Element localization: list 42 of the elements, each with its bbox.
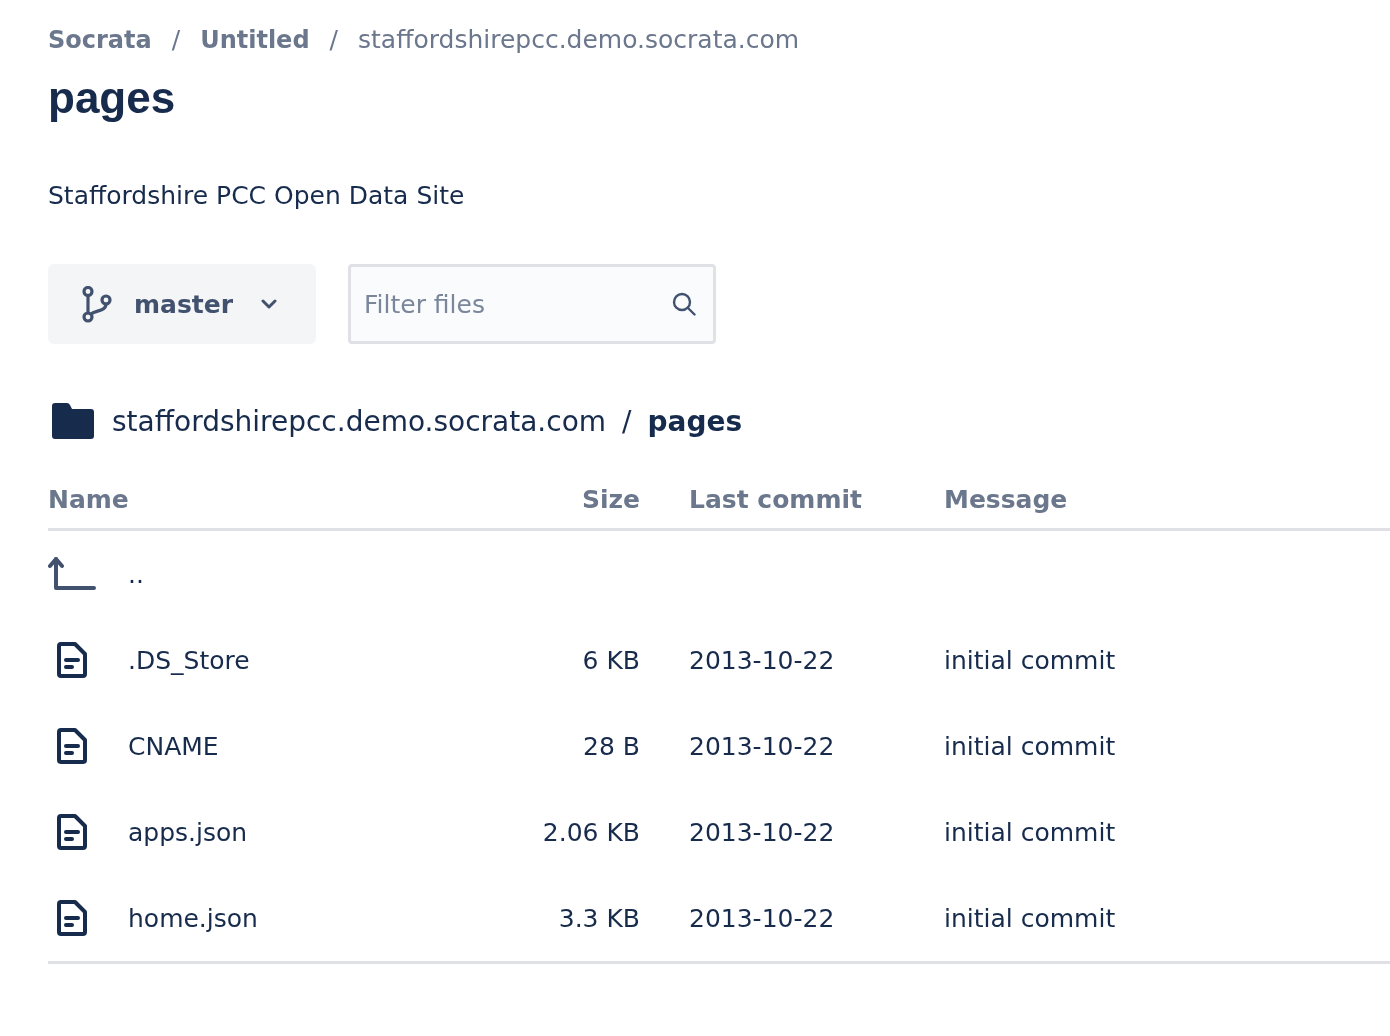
path-separator: / [622, 404, 632, 438]
commit-message: initial commit [944, 817, 1116, 847]
breadcrumb-link[interactable]: Untitled [200, 22, 310, 58]
commit-date: 2013-10-22 [689, 817, 835, 847]
chevron-down-icon [261, 299, 278, 309]
breadcrumb-current: staffordshirepcc.demo.socrata.com [358, 24, 800, 56]
file-name-link[interactable]: home.json [128, 903, 258, 933]
file-icon [57, 814, 87, 850]
folder-link[interactable]: staffordshirepcc.demo.socrata.com [112, 404, 607, 438]
column-header: Message [944, 484, 1068, 514]
file-size: 3.3 KB [558, 903, 640, 933]
file-icon [57, 900, 87, 936]
commit-date: 2013-10-22 [689, 731, 835, 761]
column-header: Name [48, 484, 129, 514]
file-icon [57, 728, 87, 764]
current-folder: pages [647, 404, 743, 438]
breadcrumb-separator: / [171, 24, 181, 56]
git-branch-icon [82, 285, 112, 323]
file-name-link[interactable]: .DS_Store [128, 645, 250, 675]
file-size: 2.06 KB [542, 817, 640, 847]
file-size: 28 B [583, 731, 640, 761]
up-arrow-icon [48, 556, 96, 592]
breadcrumb-separator: / [329, 24, 338, 56]
column-header: Last commit [689, 484, 862, 514]
file-icon [57, 642, 87, 678]
commit-date: 2013-10-22 [689, 903, 835, 933]
branch-selector[interactable]: master [48, 264, 316, 344]
search-icon [672, 292, 696, 316]
file-name-link[interactable]: CNAME [128, 731, 219, 761]
page-title: pages [48, 72, 176, 124]
commit-date: 2013-10-22 [689, 645, 835, 675]
commit-message: initial commit [944, 903, 1116, 933]
file-name-link[interactable]: apps.json [128, 817, 248, 847]
file-size: 6 KB [582, 645, 640, 675]
commit-message: initial commit [944, 645, 1116, 675]
commit-message: initial commit [944, 731, 1116, 761]
breadcrumb-link[interactable]: Socrata [48, 22, 152, 58]
filter-field[interactable]: Filter files [348, 264, 716, 344]
parent-folder-link[interactable]: .. [128, 559, 144, 589]
column-header: Size [581, 484, 640, 514]
folder-icon [52, 403, 94, 439]
page-description: Staffordshire PCC Open Data Site [48, 180, 465, 212]
